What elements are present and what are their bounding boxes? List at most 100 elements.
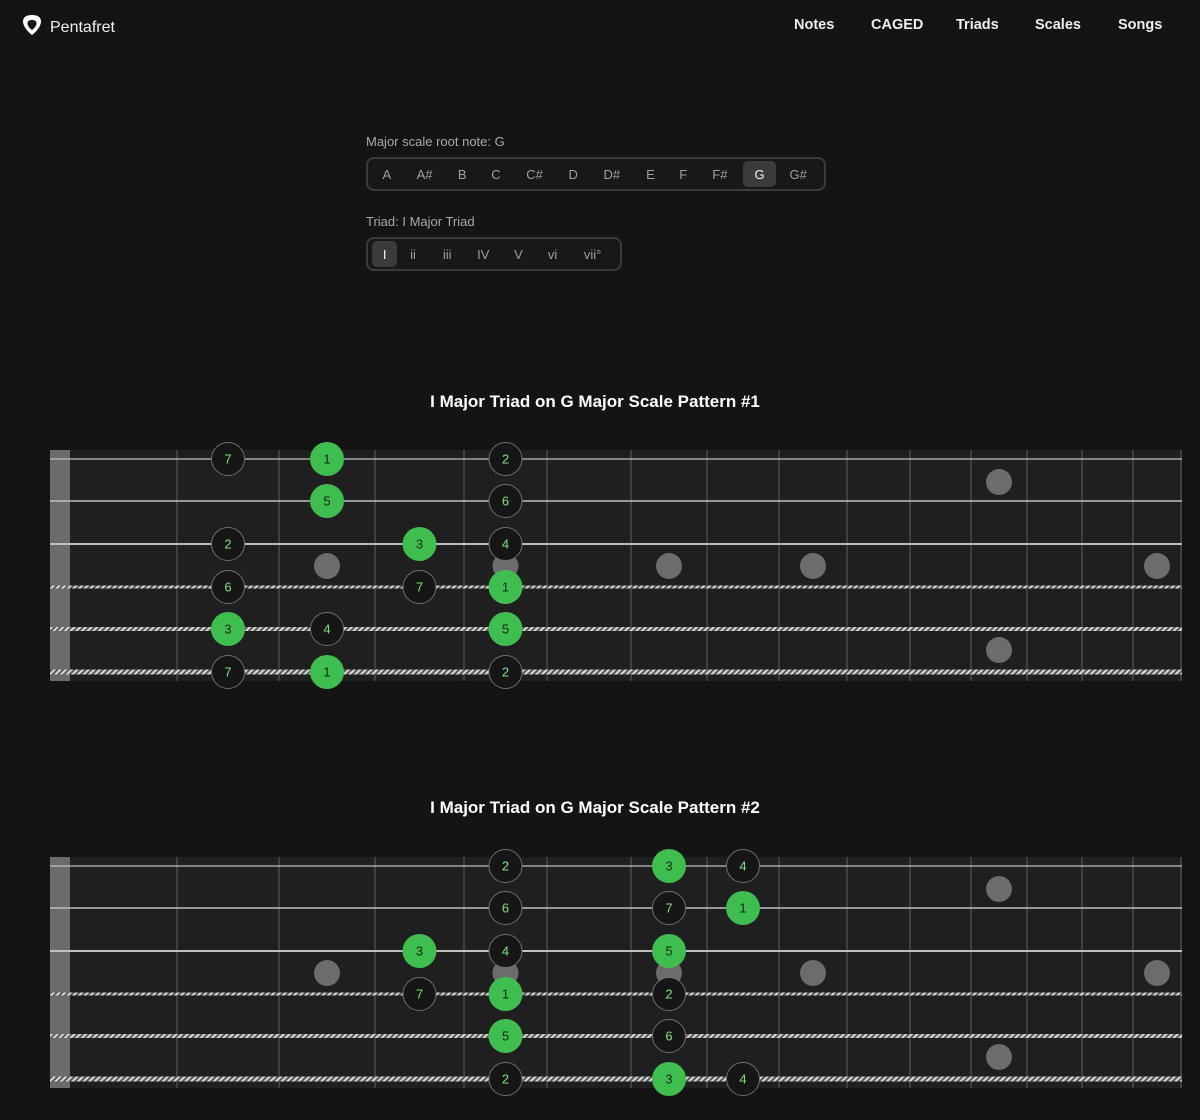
string-4 <box>50 992 1182 996</box>
note-degree-label: 7 <box>224 665 231 680</box>
fret-inlay-marker <box>986 876 1012 902</box>
fret-inlay-marker <box>800 553 826 579</box>
note-degree-label: 5 <box>665 944 672 959</box>
note-degree-label: 7 <box>665 901 672 916</box>
fret-inlay-marker <box>656 553 682 579</box>
note-degree-label: 6 <box>665 1029 672 1044</box>
scale-note: 4 <box>726 1062 760 1096</box>
triad-note: 5 <box>310 484 344 518</box>
note-degree-label: 1 <box>323 452 330 467</box>
triad-note: 3 <box>211 612 245 646</box>
triad-note: 1 <box>310 655 344 689</box>
triad-note: 1 <box>310 442 344 476</box>
note-degree-label: 6 <box>502 901 509 916</box>
nut <box>50 857 70 1088</box>
triad-note: 1 <box>726 891 760 925</box>
root-option-g-sharp[interactable]: G# <box>776 161 820 187</box>
top-nav: Pentafret Notes CAGED Triads Scales Song… <box>0 0 1200 52</box>
triad-note: 3 <box>402 934 437 968</box>
scale-note: 6 <box>211 570 245 604</box>
root-option-d[interactable]: D <box>554 161 592 187</box>
note-degree-label: 3 <box>416 944 423 959</box>
note-degree-label: 2 <box>502 452 509 467</box>
scale-note: 6 <box>488 891 523 925</box>
fretboard-pattern-1-svg: 7 1 2 5 6 2 3 4 6 7 1 3 4 5 7 1 2 <box>50 442 1182 689</box>
scale-note: 7 <box>402 570 437 604</box>
note-degree-label: 7 <box>224 452 231 467</box>
string-5 <box>50 1034 1182 1038</box>
root-option-d-sharp[interactable]: D# <box>592 161 632 187</box>
fret-inlay-marker <box>314 553 340 579</box>
brand[interactable]: Pentafret <box>22 14 115 41</box>
note-degree-label: 2 <box>665 987 672 1002</box>
root-option-e[interactable]: E <box>632 161 670 187</box>
triad-option-iii[interactable]: iii <box>429 241 466 267</box>
string-6 <box>50 1076 1182 1082</box>
triad-note: 3 <box>402 527 437 561</box>
triad-note: 3 <box>652 849 686 883</box>
root-option-f[interactable]: F <box>669 161 697 187</box>
note-degree-label: 2 <box>502 665 509 680</box>
note-degree-label: 4 <box>323 622 330 637</box>
fretboard-pattern-2: 2 3 4 6 7 1 3 4 5 7 1 2 5 6 2 3 4 <box>0 847 1200 1097</box>
nav-link-songs[interactable]: Songs <box>1118 17 1162 33</box>
root-option-c[interactable]: C <box>477 161 515 187</box>
root-option-a-sharp[interactable]: A# <box>402 161 448 187</box>
fret-inlay-marker <box>800 960 826 986</box>
note-degree-label: 3 <box>416 537 423 552</box>
triad-option-iv[interactable]: IV <box>466 241 501 267</box>
fret-inlay-marker <box>1144 960 1170 986</box>
triad-note: 3 <box>652 1062 686 1096</box>
root-option-a[interactable]: A <box>372 161 402 187</box>
fret-inlay-marker <box>314 960 340 986</box>
note-degree-label: 4 <box>739 1072 746 1087</box>
root-note-selector: A A# B C C# D D# E F F# G G# <box>366 157 826 191</box>
triad-option-vii-dim[interactable]: vii° <box>569 241 616 267</box>
fretboard-pattern-1: 7 1 2 5 6 2 3 4 6 7 1 3 4 5 7 1 2 <box>0 440 1200 690</box>
root-option-g[interactable]: G <box>742 161 777 187</box>
scale-note: 7 <box>402 977 437 1011</box>
triad-option-v[interactable]: V <box>501 241 536 267</box>
note-degree-label: 1 <box>739 901 746 916</box>
nav-link-triads[interactable]: Triads <box>956 17 999 33</box>
fretboard-wood <box>50 450 1182 681</box>
triad-option-i[interactable]: I <box>372 241 398 267</box>
triad-note: 5 <box>652 934 686 968</box>
scale-note: 2 <box>488 849 523 883</box>
note-degree-label: 3 <box>665 1072 672 1087</box>
nut <box>50 450 70 681</box>
pattern-2-title: I Major Triad on G Major Scale Pattern #… <box>430 798 760 817</box>
note-degree-label: 1 <box>502 580 509 595</box>
scale-note: 2 <box>488 1062 523 1096</box>
nav-link-notes[interactable]: Notes <box>794 17 834 33</box>
scale-note: 7 <box>211 442 245 476</box>
scale-note: 2 <box>652 977 686 1011</box>
triad-note: 5 <box>488 1019 523 1053</box>
note-degree-label: 3 <box>224 622 231 637</box>
scale-note: 7 <box>652 891 686 925</box>
note-degree-label: 2 <box>502 1072 509 1087</box>
scale-note: 2 <box>211 527 245 561</box>
nav-link-scales[interactable]: Scales <box>1035 17 1081 33</box>
guitar-pick-logo-icon <box>22 14 42 41</box>
root-note-label: Major scale root note: G <box>366 134 505 149</box>
root-option-b[interactable]: B <box>447 161 477 187</box>
scale-note: 7 <box>211 655 245 689</box>
root-option-c-sharp[interactable]: C# <box>515 161 555 187</box>
note-degree-label: 3 <box>665 859 672 874</box>
triad-option-vi[interactable]: vi <box>536 241 569 267</box>
nav-link-caged[interactable]: CAGED <box>871 17 923 33</box>
scale-note: 4 <box>310 612 344 646</box>
note-degree-label: 5 <box>502 1029 509 1044</box>
scale-note: 2 <box>488 655 523 689</box>
triad-note: 5 <box>488 612 523 646</box>
brand-name: Pentafret <box>50 18 115 36</box>
root-option-f-sharp[interactable]: F# <box>697 161 743 187</box>
note-degree-label: 5 <box>323 494 330 509</box>
triad-note: 1 <box>488 977 523 1011</box>
note-degree-label: 1 <box>502 987 509 1002</box>
triad-option-ii[interactable]: ii <box>397 241 428 267</box>
fret-inlay-marker <box>986 1044 1012 1070</box>
fret-inlay-marker <box>986 637 1012 663</box>
triad-note: 1 <box>488 570 523 604</box>
